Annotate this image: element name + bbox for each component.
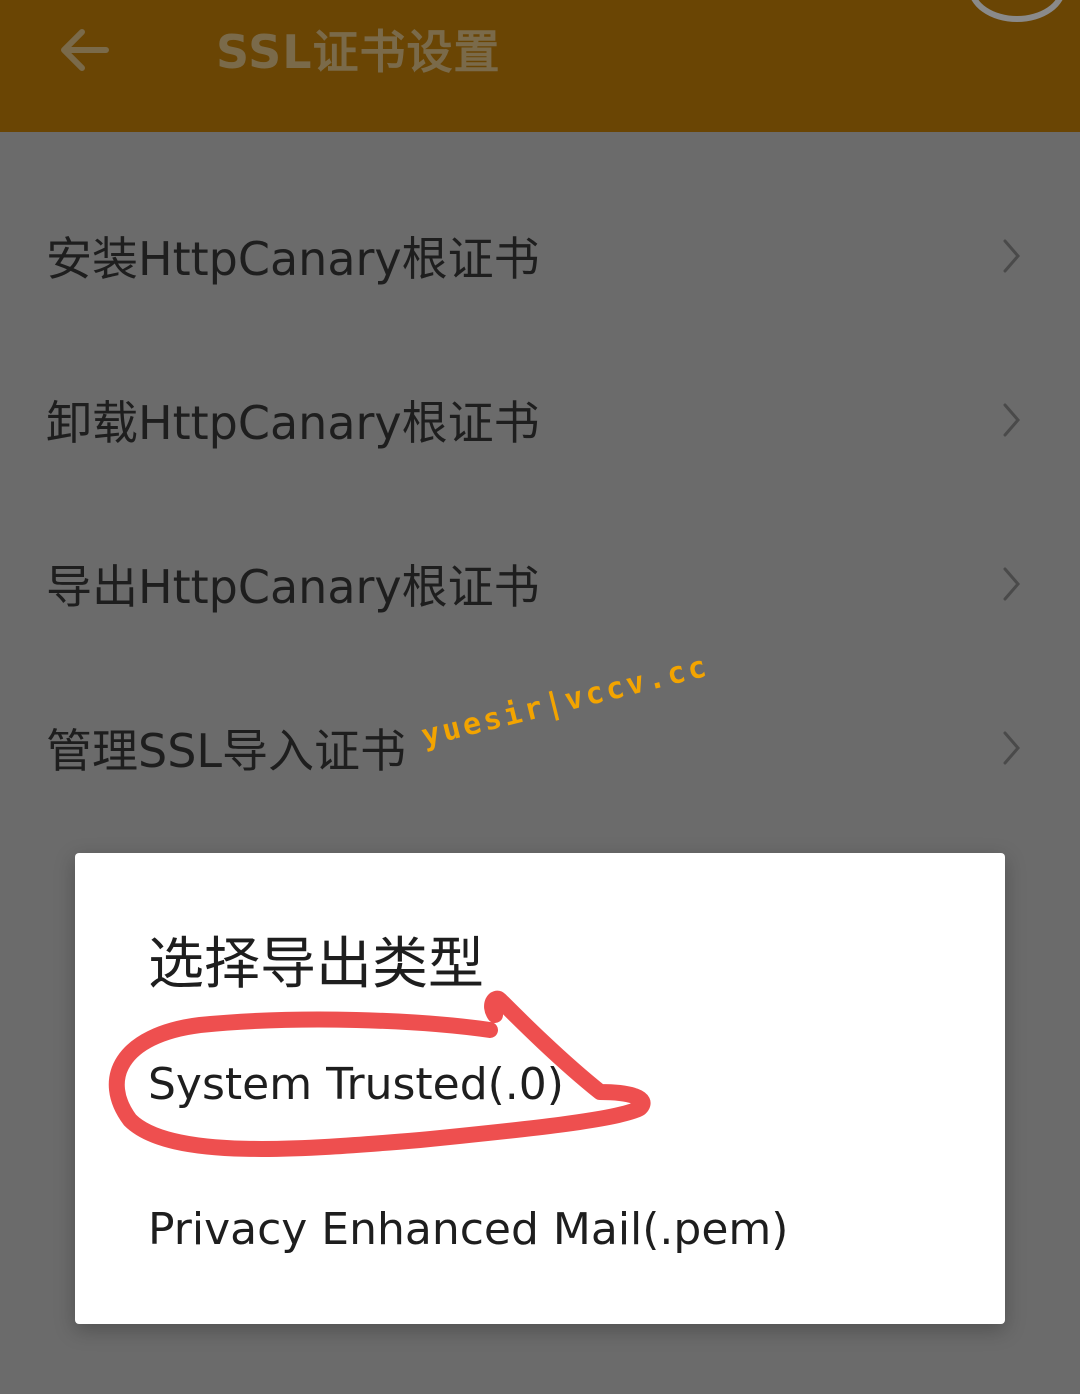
- menu-item-install-cert[interactable]: 安装HttpCanary根证书: [0, 174, 1080, 338]
- page-title: SSL证书设置: [216, 25, 501, 79]
- menu-item-label: 管理SSL导入证书: [46, 724, 407, 778]
- overflow-circle-icon: [968, 0, 1066, 22]
- option-system-trusted[interactable]: System Trusted(.0): [148, 1045, 948, 1125]
- option-pem[interactable]: Privacy Enhanced Mail(.pem): [148, 1190, 948, 1270]
- chevron-right-icon: [1000, 728, 1024, 768]
- menu-item-uninstall-cert[interactable]: 卸载HttpCanary根证书: [0, 338, 1080, 502]
- chevron-right-icon: [1000, 400, 1024, 440]
- chevron-right-icon: [1000, 236, 1024, 276]
- dialog-title: 选择导出类型: [148, 932, 484, 997]
- menu-item-label: 卸载HttpCanary根证书: [46, 396, 540, 450]
- back-button[interactable]: [52, 18, 116, 82]
- chevron-right-icon: [1000, 564, 1024, 604]
- arrow-left-icon: [61, 29, 109, 71]
- app-toolbar: SSL证书设置: [0, 0, 1080, 132]
- menu-item-export-cert[interactable]: 导出HttpCanary根证书: [0, 502, 1080, 666]
- export-type-dialog: 选择导出类型 System Trusted(.0) Privacy Enhanc…: [75, 853, 1005, 1324]
- menu-item-label: 导出HttpCanary根证书: [46, 560, 540, 614]
- menu-item-label: 安装HttpCanary根证书: [46, 232, 540, 286]
